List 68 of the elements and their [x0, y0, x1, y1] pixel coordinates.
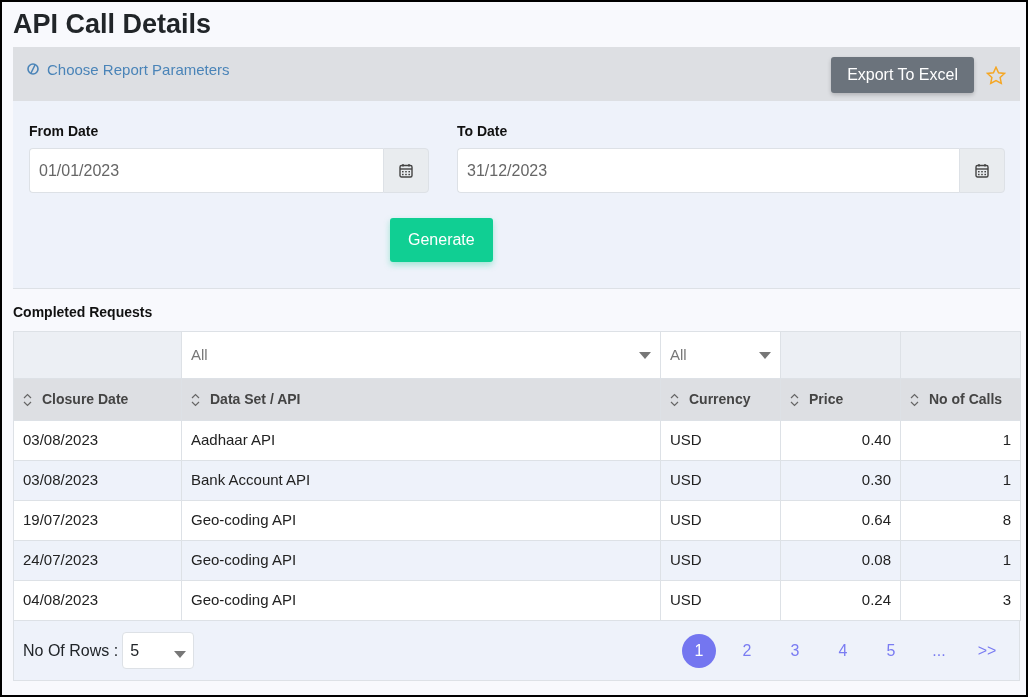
- table-cell: USD: [660, 460, 781, 501]
- parameters-icon: [27, 63, 39, 75]
- calendar-button[interactable]: [383, 148, 429, 193]
- table-cell: 03/08/2023: [13, 460, 182, 501]
- filter-dropdown[interactable]: All: [660, 331, 781, 379]
- table-cell: Geo-coding API: [181, 500, 661, 541]
- table-cell: 8: [900, 500, 1021, 541]
- page-link[interactable]: 2: [730, 633, 764, 668]
- calendar-icon[interactable]: [975, 163, 989, 178]
- rows-dropdown[interactable]: 5: [122, 632, 195, 669]
- table-cell: 0.30: [780, 460, 901, 501]
- header-label: Price: [809, 390, 844, 409]
- header-label: Closure Date: [42, 390, 129, 409]
- table-cell: 3: [900, 580, 1021, 621]
- export-button[interactable]: Export To Excel: [831, 57, 974, 93]
- column-header[interactable]: No of Calls: [900, 378, 1021, 421]
- header-label: Currency: [689, 390, 751, 409]
- column-header[interactable]: Closure Date: [13, 378, 182, 421]
- sort-icon[interactable]: [191, 392, 200, 407]
- header-label: No of Calls: [929, 390, 1003, 409]
- table-cell: 0.40: [780, 420, 901, 461]
- table-cell: 1: [900, 420, 1021, 461]
- table-cell: 0.24: [780, 580, 901, 621]
- table-cell: 19/07/2023: [13, 500, 182, 541]
- table-cell: Geo-coding API: [181, 580, 661, 621]
- page-title: API Call Details: [13, 8, 213, 41]
- table-cell: 1: [900, 460, 1021, 501]
- sort-icon[interactable]: [790, 392, 799, 407]
- table-cell: 04/08/2023: [13, 580, 182, 621]
- date-field[interactable]: 31/12/2023: [457, 148, 959, 193]
- sort-icon[interactable]: [910, 392, 919, 407]
- parameters-heading[interactable]: Choose Report Parameters: [47, 59, 230, 82]
- table-cell: Aadhaar API: [181, 420, 661, 461]
- column-header[interactable]: Currency: [660, 378, 781, 421]
- table-cell: 0.08: [780, 540, 901, 581]
- caret-icon[interactable]: [639, 351, 651, 359]
- table-cell: USD: [660, 580, 781, 621]
- table-cell: Bank Account API: [181, 460, 661, 501]
- table-cell: USD: [660, 540, 781, 581]
- table-title: Completed Requests: [13, 303, 154, 322]
- page-link[interactable]: >>: [970, 633, 1004, 668]
- star-icon[interactable]: [986, 65, 1006, 85]
- page-link[interactable]: ...: [922, 633, 956, 668]
- sort-icon[interactable]: [23, 392, 32, 407]
- caret-icon[interactable]: [174, 651, 187, 658]
- field-label: From Date: [29, 122, 100, 141]
- column-header[interactable]: Data Set / API: [181, 378, 661, 421]
- table-cell: 03/08/2023: [13, 420, 182, 461]
- table-cell: USD: [660, 500, 781, 541]
- header-label: Data Set / API: [210, 390, 301, 409]
- field-label: To Date: [457, 122, 509, 141]
- calendar-icon[interactable]: [399, 163, 413, 178]
- column-header[interactable]: Price: [780, 378, 901, 421]
- table-cell: Geo-coding API: [181, 540, 661, 581]
- table-cell: 1: [900, 540, 1021, 581]
- date-field[interactable]: 01/01/2023: [29, 148, 383, 193]
- page-link[interactable]: 3: [778, 633, 812, 668]
- table-cell: 24/07/2023: [13, 540, 182, 581]
- table-cell: USD: [660, 420, 781, 461]
- rows-label: No Of Rows :: [23, 640, 119, 661]
- table-cell: 0.64: [780, 500, 901, 541]
- page-link[interactable]: 5: [874, 633, 908, 668]
- calendar-button[interactable]: [959, 148, 1005, 193]
- page-link[interactable]: 1: [682, 633, 716, 668]
- page-link[interactable]: 4: [826, 633, 860, 668]
- filter-dropdown[interactable]: All: [181, 331, 661, 379]
- caret-icon[interactable]: [759, 351, 771, 359]
- sort-icon[interactable]: [670, 392, 679, 407]
